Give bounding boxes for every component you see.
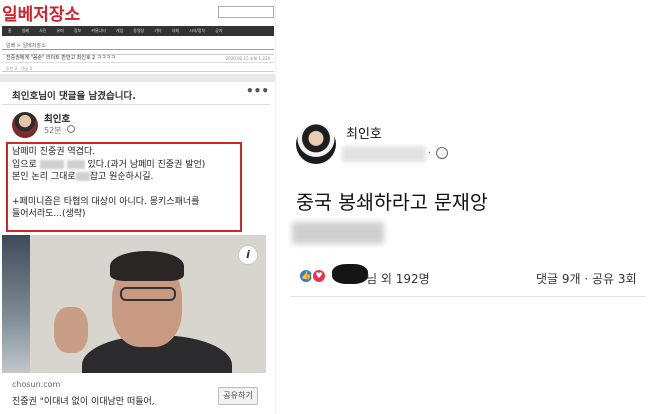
post-text: 중국 봉쇄하라고 문재앙 bbox=[296, 191, 488, 214]
separator-dot: · bbox=[428, 148, 432, 159]
photo-hand bbox=[54, 307, 88, 353]
nav-item[interactable]: 공지 bbox=[215, 28, 222, 34]
breadcrumb: 일베 > 일베저장소 bbox=[6, 43, 46, 49]
site-search-input[interactable] bbox=[218, 6, 274, 18]
nav-item[interactable]: 정보 bbox=[74, 28, 81, 34]
nav-item[interactable]: 시사/정치 bbox=[189, 28, 205, 34]
nav-item[interactable]: 일베 bbox=[22, 28, 29, 34]
comment-share-stats[interactable]: 댓글 9개 · 공유 3회 bbox=[536, 270, 637, 287]
love-icon[interactable]: ♥ bbox=[311, 268, 327, 284]
photo-glasses bbox=[120, 287, 176, 301]
photo-background bbox=[2, 235, 30, 373]
nav-item[interactable]: 게임 bbox=[116, 28, 123, 34]
link-title[interactable]: 진중권 "이대녀 없이 이대남만 떠들어, bbox=[12, 394, 155, 407]
comment-notice: 최인호님이 댓글을 남겼습니다. bbox=[12, 91, 136, 102]
redacted-blur bbox=[39, 159, 64, 169]
reactions-count[interactable]: 님 외 192명 bbox=[366, 270, 430, 287]
post-line: 남페미 진중권 역겹다. bbox=[12, 147, 96, 157]
redacted-blot bbox=[332, 264, 368, 284]
link-domain: chosun.com bbox=[12, 380, 61, 389]
top-navigation: 홈 일베 사진 유머 정보 커뮤니티 게임 동영상 기타 사회 시사/정치 공지 bbox=[2, 26, 274, 36]
site-logo-text: 일베저장소 bbox=[2, 5, 81, 25]
right-screenshot-panel: 최인호 · 중국 봉쇄하라고 문재앙 👍 ♥ 님 외 192명 댓글 9개 · … bbox=[276, 0, 658, 414]
redacted-blur bbox=[75, 172, 90, 181]
redacted-blur bbox=[292, 222, 384, 244]
poster-name[interactable]: 최인호 bbox=[346, 123, 382, 142]
board-post-meta: 2020.02.15 조회 1,234 bbox=[225, 56, 270, 61]
post-line: +페미니즘은 타협의 대상이 아니다. 몽키스패너를 bbox=[12, 196, 200, 207]
nav-item[interactable]: 사회 bbox=[172, 28, 179, 34]
left-screenshot-panel: 일베저장소 홈 일베 사진 유머 정보 커뮤니티 게임 동영상 기타 사회 시사… bbox=[0, 0, 276, 414]
share-button[interactable]: 공유하기 bbox=[218, 387, 258, 405]
redacted-blur bbox=[66, 159, 85, 169]
globe-icon bbox=[67, 125, 75, 133]
nav-item[interactable]: 커뮤니티 bbox=[91, 28, 106, 34]
photo-hair bbox=[110, 251, 184, 281]
site-logo[interactable]: 일베저장소 bbox=[2, 0, 102, 25]
post-time[interactable]: 52분 · bbox=[44, 125, 67, 136]
nav-item[interactable]: 홈 bbox=[8, 28, 12, 34]
post-line: 들어서라도...(생략) bbox=[12, 209, 86, 219]
card-divider bbox=[2, 104, 270, 105]
nav-item[interactable]: 사진 bbox=[39, 28, 46, 34]
nav-item[interactable]: 동영상 bbox=[133, 28, 144, 34]
globe-icon bbox=[436, 147, 448, 159]
avatar[interactable] bbox=[12, 112, 38, 138]
post-line: 본인 논리 그대로 잡고 원순하시길. bbox=[12, 172, 154, 182]
poster-name[interactable]: 최인호 bbox=[44, 111, 70, 125]
board-meta-row: 추천 0 · 댓글 0 bbox=[2, 66, 274, 72]
nav-item[interactable]: 기타 bbox=[154, 28, 161, 34]
highlighted-post-text: 남페미 진중권 역겹다. 입으로 있다.(과거 남페미 진중권 발언) 본인 논… bbox=[6, 142, 242, 232]
redacted-blur bbox=[342, 146, 426, 162]
info-icon[interactable]: i bbox=[238, 245, 258, 265]
post-line: 입으로 있다.(과거 남페미 진중권 발언) bbox=[12, 159, 206, 170]
nav-item[interactable]: 유머 bbox=[56, 28, 63, 34]
avatar[interactable] bbox=[296, 124, 336, 164]
more-options-icon[interactable]: ••• bbox=[246, 84, 269, 98]
link-preview-image[interactable]: i bbox=[2, 235, 266, 373]
divider-band bbox=[0, 74, 276, 82]
card-divider bbox=[290, 296, 646, 297]
